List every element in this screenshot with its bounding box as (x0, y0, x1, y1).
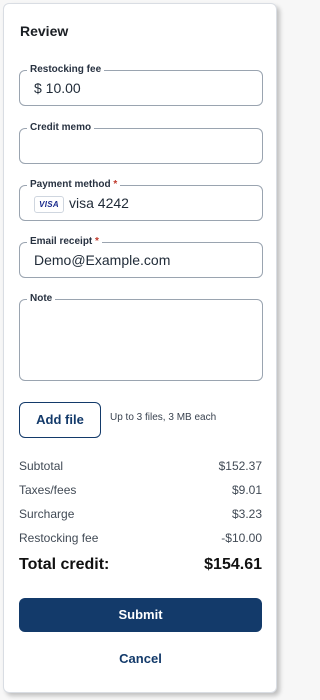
summary-row-subtotal: Subtotal $152.37 (19, 459, 262, 475)
note-label: Note (27, 293, 56, 305)
visa-card-icon: VISA (34, 196, 64, 213)
restocking-fee-field[interactable]: Restocking fee $ 10.00 (19, 64, 263, 106)
total-credit-value: $154.61 (204, 556, 262, 573)
email-receipt-value: Demo@Example.com (34, 252, 171, 268)
required-marker: * (95, 236, 99, 247)
summary-label: Restocking fee (19, 531, 99, 545)
summary-row-surcharge: Surcharge $3.23 (19, 507, 262, 523)
total-credit-label: Total credit: (19, 556, 110, 573)
restocking-fee-value: $ 10.00 (34, 80, 81, 96)
file-limit-hint: Up to 3 files, 3 MB each (110, 412, 217, 423)
payment-method-field[interactable]: Payment method * VISA visa 4242 (19, 179, 263, 221)
email-receipt-label-text: Email receipt (30, 236, 93, 247)
payment-method-value: visa 4242 (69, 195, 129, 211)
summary-value: $152.37 (218, 459, 262, 473)
summary-label: Subtotal (19, 459, 64, 473)
submit-button[interactable]: Submit (19, 598, 262, 632)
summary-label: Taxes/fees (19, 483, 77, 497)
restocking-fee-label: Restocking fee (27, 64, 105, 76)
email-receipt-label: Email receipt * (27, 236, 102, 248)
payment-method-label: Payment method * (27, 179, 121, 191)
summary-value: $3.23 (231, 507, 262, 521)
total-credit-row: Total credit: $154.61 (19, 556, 262, 578)
credit-memo-field[interactable]: Credit memo (19, 122, 263, 164)
summary-row-restocking-fee: Restocking fee -$10.00 (19, 531, 262, 547)
summary-label: Surcharge (19, 507, 75, 521)
summary-value: $9.01 (231, 483, 262, 497)
review-panel: Review Restocking fee $ 10.00 Credit mem… (3, 3, 277, 693)
add-file-button[interactable]: Add file (19, 402, 101, 438)
cancel-link[interactable]: Cancel (19, 651, 262, 666)
email-receipt-field[interactable]: Email receipt * Demo@Example.com (19, 236, 263, 278)
required-marker: * (113, 179, 118, 190)
summary-row-taxes: Taxes/fees $9.01 (19, 483, 262, 499)
payment-method-label-text: Payment method (30, 179, 111, 190)
credit-memo-label: Credit memo (27, 122, 95, 134)
panel-title: Review (20, 23, 69, 39)
summary-value: -$10.00 (221, 531, 262, 545)
card-brand-text: VISA (39, 200, 59, 209)
note-textarea[interactable]: Note (19, 293, 263, 381)
